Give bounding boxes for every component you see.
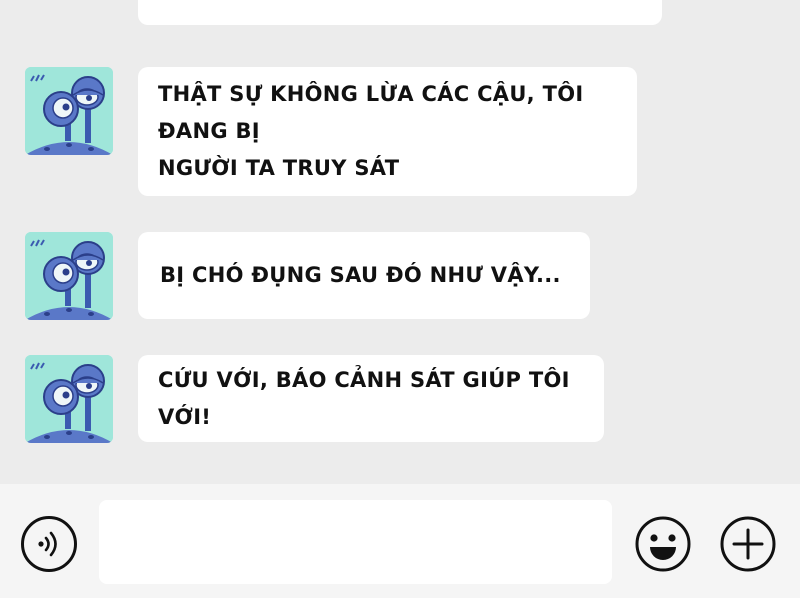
message-bubble: BỊ CHÓ ĐỤNG SAU ĐÓ NHƯ VẬY... <box>138 232 590 319</box>
chat-area: THẬT SỰ KHÔNG LỪA CÁC CẬU, TÔI ĐANG BỊ N… <box>0 0 800 484</box>
cartoon-eyes-avatar-icon <box>25 355 113 443</box>
message-bubble: CỨU VỚI, BÁO CẢNH SÁT GIÚP TÔI VỚI! <box>138 355 604 442</box>
message-bubble: THẬT SỰ KHÔNG LỪA CÁC CẬU, TÔI ĐANG BỊ N… <box>138 67 637 196</box>
message-text: CỨU VỚI, BÁO CẢNH SÁT GIÚP TÔI VỚI! <box>158 367 570 429</box>
emoji-button[interactable] <box>635 516 691 572</box>
message-text-line: NGƯỜI TA TRUY SÁT <box>158 156 400 180</box>
message-bubble-partial <box>138 0 662 25</box>
message-input[interactable] <box>99 500 612 584</box>
cartoon-eyes-avatar-icon <box>25 67 113 155</box>
cartoon-eyes-avatar-icon <box>25 232 113 320</box>
voice-wave-icon <box>38 531 57 557</box>
avatar[interactable] <box>25 232 113 320</box>
voice-button[interactable] <box>21 516 77 572</box>
message-text-line: THẬT SỰ KHÔNG LỪA CÁC CẬU, TÔI ĐANG BỊ <box>158 82 584 143</box>
smiley-face-icon <box>635 516 691 572</box>
message-text: THẬT SỰ KHÔNG LỪA CÁC CẬU, TÔI ĐANG BỊ N… <box>158 76 617 187</box>
plus-icon <box>720 516 776 572</box>
avatar[interactable] <box>25 355 113 443</box>
message-text: BỊ CHÓ ĐỤNG SAU ĐÓ NHƯ VẬY... <box>160 263 561 287</box>
add-button[interactable] <box>720 516 776 572</box>
avatar[interactable] <box>25 67 113 155</box>
